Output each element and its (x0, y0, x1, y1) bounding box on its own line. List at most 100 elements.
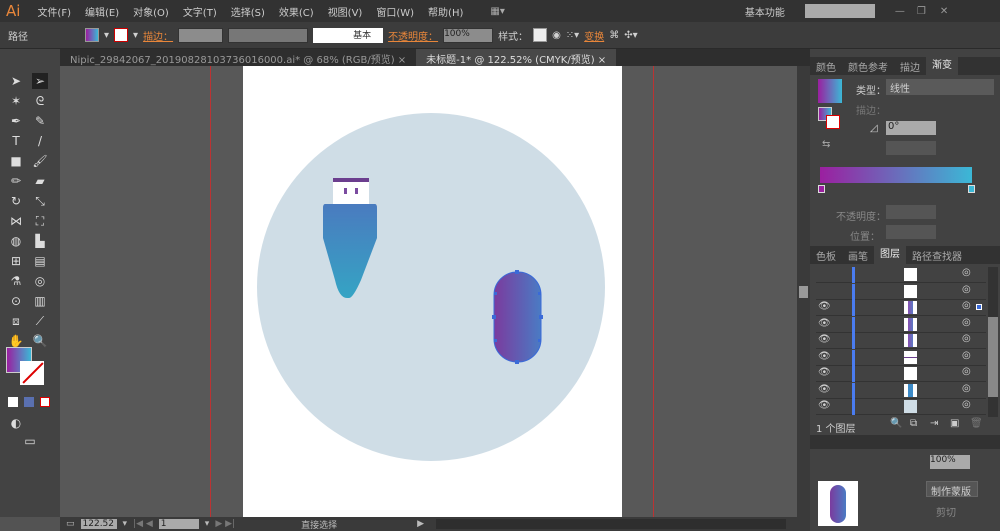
gradient-preview[interactable] (818, 79, 842, 103)
symbol-sprayer-icon[interactable]: ⊙ (8, 293, 24, 309)
make-mask-button[interactable]: 制作蒙版 (926, 481, 978, 498)
angle-field[interactable]: 0° (886, 121, 936, 135)
layer-row[interactable]: 👁 ◎ (816, 316, 986, 333)
arrange-icon[interactable]: ▦▾ (490, 6, 504, 17)
menu-window[interactable]: 窗口(W) (369, 4, 421, 19)
menu-object[interactable]: 对象(O) (126, 4, 176, 19)
visibility-eye-icon[interactable]: 👁 (818, 301, 831, 312)
width-tool-icon[interactable]: ⋈ (8, 213, 24, 229)
menu-edit[interactable]: 编辑(E) (78, 4, 126, 19)
eraser-icon[interactable]: ▰ (32, 173, 48, 189)
stroke-label[interactable]: 描边： (143, 28, 173, 43)
blend-icon[interactable]: ◎ (32, 273, 48, 289)
tab-stroke[interactable]: 描边 (894, 59, 926, 74)
transparency-opacity-field[interactable]: 100% (930, 455, 970, 469)
free-transform-icon[interactable]: ⛶ (32, 213, 48, 229)
menu-help[interactable]: 帮助(H) (421, 4, 470, 19)
workspace-switcher[interactable]: 基本功能 (745, 4, 785, 19)
next-artboard-icon[interactable]: ▶ ▶| (215, 519, 235, 529)
zoom-icon[interactable]: 🔍 (32, 333, 48, 349)
gradient-slider[interactable] (820, 167, 972, 183)
menu-view[interactable]: 视图(V) (321, 4, 370, 19)
tab-layers[interactable]: 图层 (874, 246, 906, 264)
tab-gradient[interactable]: 渐变 (926, 57, 958, 75)
target-icon[interactable]: ◎ (962, 284, 971, 295)
opacity-field[interactable]: 100% (443, 27, 494, 43)
line-tool-icon[interactable]: / (32, 133, 48, 149)
fill-swatch[interactable] (85, 28, 99, 42)
clip-checkbox[interactable]: 剪切 (936, 504, 956, 519)
restore-button[interactable]: ❐ (917, 6, 926, 17)
locate-object-icon[interactable]: 🔍 (890, 418, 902, 429)
layer-row[interactable]: 👁 ◎ (816, 333, 986, 349)
type-select[interactable]: 线性 (886, 79, 994, 95)
artboard-number-field[interactable]: 1 (158, 519, 199, 529)
delete-layer-icon[interactable]: 🗑 (970, 418, 983, 429)
gradient-stop-end[interactable] (968, 185, 975, 193)
layer-row[interactable]: ◎ (816, 267, 986, 283)
tab-swatches[interactable]: 色板 (810, 248, 842, 263)
gradient-mode-icon[interactable] (24, 397, 34, 407)
artboard-icon[interactable]: ⧈ (8, 313, 24, 329)
magic-wand-icon[interactable]: ✶ (8, 93, 24, 109)
reverse-gradient-icon[interactable]: ⇆ (822, 139, 830, 150)
recolor-icon[interactable]: ◉ (552, 30, 561, 41)
color-mode-icon[interactable] (8, 397, 18, 407)
lasso-icon[interactable]: ᘓ (32, 93, 48, 109)
vertical-scrollbar[interactable] (797, 66, 810, 517)
prev-artboard-icon[interactable]: |◀ ◀ (133, 519, 153, 529)
visibility-eye-icon[interactable]: 👁 (818, 318, 831, 329)
none-mode-icon[interactable] (40, 397, 50, 407)
canvas-area[interactable] (60, 66, 797, 517)
new-layer-icon[interactable]: ▣ (950, 418, 959, 429)
stop-position-field[interactable] (886, 225, 936, 239)
gradient-stop-start[interactable] (818, 185, 825, 193)
target-icon[interactable]: ◎ (962, 333, 971, 344)
layer-row[interactable]: 👁 ◎ (816, 382, 986, 399)
target-icon[interactable]: ◎ (962, 267, 971, 278)
brush-field[interactable]: 基本 (313, 27, 384, 43)
target-icon[interactable]: ◎ (962, 317, 971, 328)
artboard-nav-icon[interactable]: ▭ (66, 519, 75, 529)
scale-icon[interactable]: ⤡ (32, 193, 48, 209)
zoom-field[interactable]: 122.52 (80, 519, 117, 529)
options-icon[interactable]: ✣▾ (624, 30, 637, 41)
tab-document-2[interactable]: 未标题-1* @ 122.52% (CMYK/预览) × (416, 49, 617, 66)
stroke-swatch[interactable] (114, 28, 129, 42)
aspect-ratio-field[interactable] (886, 141, 936, 155)
slice-icon[interactable]: ⟋ (32, 313, 48, 329)
new-sublayer-icon[interactable]: ⇥ (930, 418, 938, 429)
visibility-eye-icon[interactable]: 👁 (818, 334, 831, 345)
menu-type[interactable]: 文字(T) (176, 4, 224, 19)
target-icon[interactable]: ◎ (962, 399, 971, 410)
visibility-eye-icon[interactable]: 👁 (818, 384, 831, 395)
layer-row[interactable]: 👁 ◎ (816, 349, 986, 366)
paintbrush-icon[interactable]: 🖌 (32, 153, 48, 169)
artboard[interactable] (243, 66, 622, 517)
background-circle[interactable] (257, 113, 605, 461)
curvature-icon[interactable]: ✎ (32, 113, 48, 129)
draw-mode-icon[interactable]: ◐ (8, 415, 24, 431)
status-menu-icon[interactable]: ▶ (417, 519, 424, 529)
tab-color-guide[interactable]: 颜色参考 (842, 59, 894, 74)
tab-pathfinder[interactable]: 路径查找器 (906, 248, 968, 263)
make-clipping-mask-icon[interactable]: ⧉ (910, 418, 917, 429)
selection-tool-icon[interactable]: ➤ (8, 73, 24, 89)
visibility-eye-icon[interactable]: 👁 (818, 367, 831, 378)
rectangle-tool-icon[interactable]: ■ (8, 153, 24, 169)
transform-link[interactable]: 变换 (584, 28, 604, 43)
opacity-label[interactable]: 不透明度： (388, 28, 438, 43)
layer-row[interactable]: 👁 ◎ (816, 366, 986, 382)
menu-effect[interactable]: 效果(C) (272, 4, 321, 19)
minimize-button[interactable]: — (895, 6, 905, 17)
rotate-icon[interactable]: ↻ (8, 193, 24, 209)
variable-width-field[interactable] (228, 27, 309, 43)
layer-row[interactable]: ◎ (816, 283, 986, 300)
selected-pill-shape[interactable] (492, 270, 543, 364)
shape-builder-icon[interactable]: ◍ (8, 233, 24, 249)
stop-opacity-field[interactable] (886, 205, 936, 219)
layer-row[interactable]: 👁 ◎ (816, 399, 986, 415)
pen-tool-icon[interactable]: ✒ (8, 113, 24, 129)
align-icon[interactable]: ⁙▾ (566, 30, 579, 41)
style-swatch[interactable] (533, 28, 548, 42)
